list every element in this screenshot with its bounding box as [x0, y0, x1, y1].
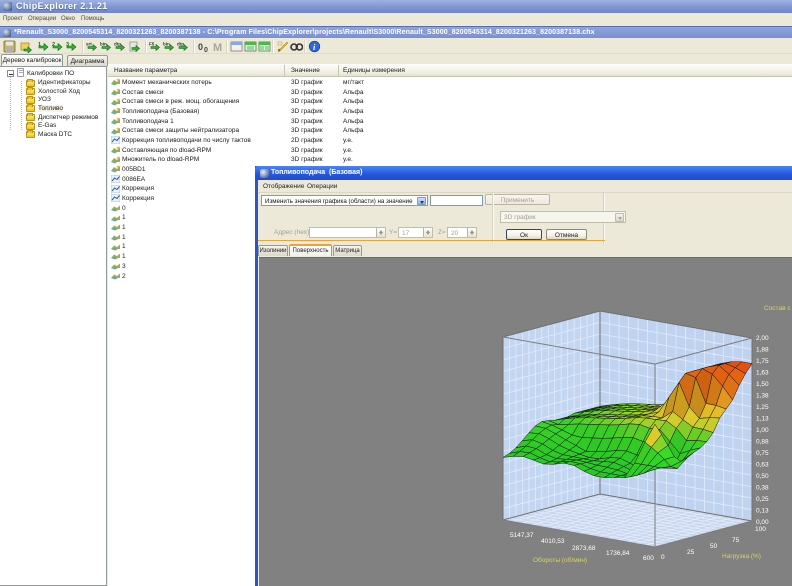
- svg-text:25: 25: [687, 549, 695, 556]
- svg-text:600: 600: [643, 555, 654, 562]
- svg-text:1736,84: 1736,84: [606, 550, 630, 557]
- svg-text:2873,68: 2873,68: [572, 545, 596, 552]
- svg-text:dtp: dtp: [177, 42, 184, 47]
- svg-text:100: 100: [755, 526, 766, 533]
- svg-text:1,88: 1,88: [756, 347, 769, 354]
- svg-text:1,75: 1,75: [756, 358, 769, 365]
- svg-text:0,00: 0,00: [756, 519, 769, 526]
- svg-text:0: 0: [204, 47, 208, 53]
- svg-text:bin: bin: [163, 42, 170, 47]
- svg-text:Состав с: Состав с: [764, 305, 791, 312]
- svg-text:dtp: dtp: [114, 42, 121, 47]
- svg-text:2,00: 2,00: [756, 335, 769, 342]
- svg-text:1,38: 1,38: [756, 393, 769, 400]
- svg-text:Нагрузка (%): Нагрузка (%): [722, 553, 761, 560]
- svg-text:0,13: 0,13: [756, 508, 769, 515]
- svg-text:50: 50: [710, 543, 718, 550]
- svg-text:4010,53: 4010,53: [541, 538, 565, 545]
- svg-text:M: M: [213, 42, 222, 53]
- svg-text:1,13: 1,13: [756, 416, 769, 423]
- svg-text:0,75: 0,75: [756, 450, 769, 457]
- svg-text:0,88: 0,88: [756, 439, 769, 446]
- svg-text:F5: F5: [149, 42, 155, 47]
- svg-text:0: 0: [661, 554, 665, 561]
- svg-text:5147,37: 5147,37: [510, 532, 534, 539]
- svg-text:0: 0: [198, 42, 203, 52]
- svg-text:1,25: 1,25: [756, 404, 769, 411]
- svg-text:bin: bin: [100, 42, 107, 47]
- svg-text:srt: srt: [86, 42, 92, 47]
- svg-text:75: 75: [732, 537, 740, 544]
- svg-text:1,00: 1,00: [756, 427, 769, 434]
- svg-text:0,63: 0,63: [756, 462, 769, 469]
- svg-text:1,50: 1,50: [756, 381, 769, 388]
- svg-text:0,25: 0,25: [756, 496, 769, 503]
- svg-text:0,50: 0,50: [756, 473, 769, 480]
- svg-text:Обороты (об/мин): Обороты (об/мин): [533, 556, 587, 564]
- svg-text:1,63: 1,63: [756, 370, 769, 377]
- svg-text:0,38: 0,38: [756, 485, 769, 492]
